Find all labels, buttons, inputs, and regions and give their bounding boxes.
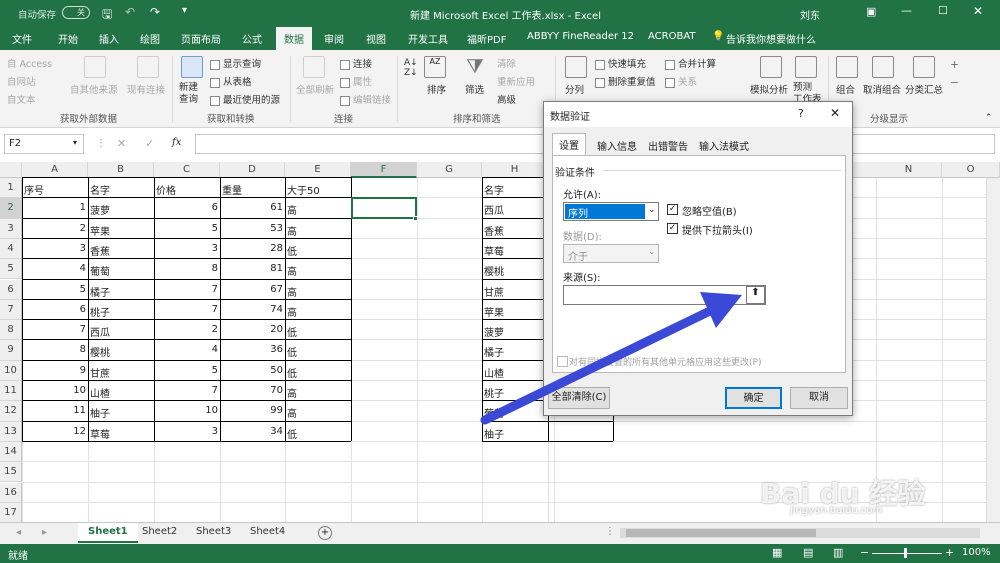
prev-sheet-icon[interactable]: ◂ xyxy=(16,527,21,538)
sheet-tab[interactable]: Sheet3 xyxy=(186,523,241,543)
zoom-level[interactable]: 100% xyxy=(962,547,991,558)
sheet-tab-bar: ◂ ▸ Sheet1 Sheet2 Sheet3 Sheet4 + ⋮ xyxy=(0,522,1000,544)
scrollbar-thumb[interactable] xyxy=(626,529,816,537)
sheet-tab[interactable]: Sheet1 xyxy=(78,523,138,543)
status-mode: 就绪 xyxy=(8,551,28,562)
zoom-slider[interactable] xyxy=(872,553,942,554)
normal-view-icon[interactable]: ▦ xyxy=(772,546,782,559)
horizontal-scrollbar[interactable] xyxy=(620,528,980,538)
baidu-watermark-url: jingyan.baidu.com xyxy=(790,505,883,516)
page-layout-view-icon[interactable]: ▤ xyxy=(803,546,813,559)
add-sheet-icon[interactable]: + xyxy=(318,526,332,540)
status-bar: 就绪 ▦ ▤ ▥ − + 100% xyxy=(0,544,1000,563)
sheet-tab[interactable]: Sheet2 xyxy=(132,523,187,543)
sheet-tab[interactable]: Sheet4 xyxy=(240,523,295,543)
annotation-arrow-shaft xyxy=(480,305,717,425)
tab-split-icon[interactable]: ⋮ xyxy=(605,526,615,537)
zoom-out-icon[interactable]: − xyxy=(860,546,869,559)
page-break-view-icon[interactable]: ▥ xyxy=(833,546,843,559)
zoom-in-icon[interactable]: + xyxy=(945,546,954,559)
zoom-slider-thumb[interactable] xyxy=(904,548,907,558)
next-sheet-icon[interactable]: ▸ xyxy=(42,527,47,538)
